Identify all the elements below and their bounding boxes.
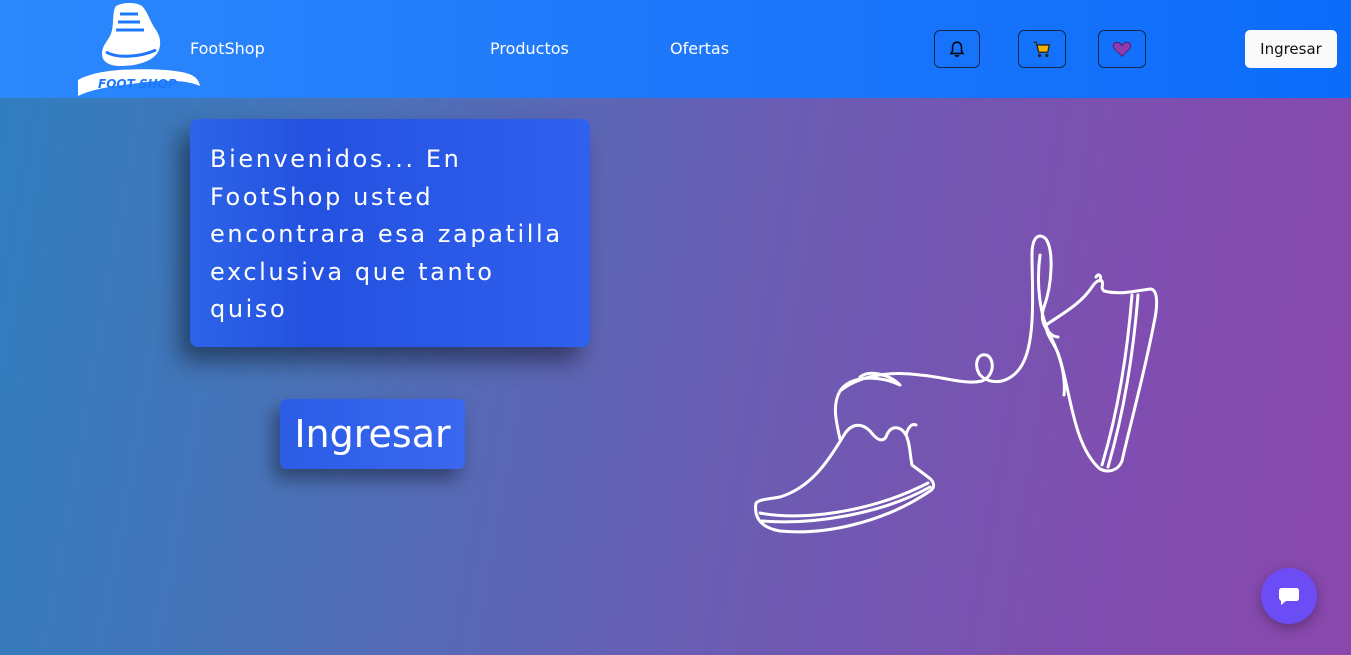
- nav-link-ofertas[interactable]: Ofertas: [670, 39, 729, 58]
- footshop-logo[interactable]: FOOT SHOP: [76, 0, 202, 98]
- welcome-message: Bienvenidos... En FootShop usted encontr…: [210, 145, 563, 323]
- sneakers-line-illustration: [754, 234, 1159, 534]
- top-navbar: FOOT SHOP FootShop Productos Ofertas Ing…: [0, 0, 1351, 98]
- chat-icon: [1279, 588, 1299, 605]
- cart-button[interactable]: [1018, 30, 1066, 68]
- notifications-button[interactable]: [934, 30, 980, 68]
- heart-icon: [1112, 42, 1132, 57]
- nav-link-productos[interactable]: Productos: [490, 39, 569, 58]
- logo-text: FOOT SHOP: [98, 77, 177, 91]
- login-button[interactable]: Ingresar: [1245, 30, 1337, 68]
- favorites-button[interactable]: [1098, 30, 1146, 68]
- welcome-card: Bienvenidos... En FootShop usted encontr…: [190, 119, 590, 347]
- cart-icon: [1033, 41, 1051, 58]
- chat-button[interactable]: [1261, 568, 1317, 624]
- cta-login-button[interactable]: Ingresar: [280, 399, 465, 469]
- brand-link[interactable]: FootShop: [190, 39, 265, 58]
- bell-icon: [949, 41, 965, 57]
